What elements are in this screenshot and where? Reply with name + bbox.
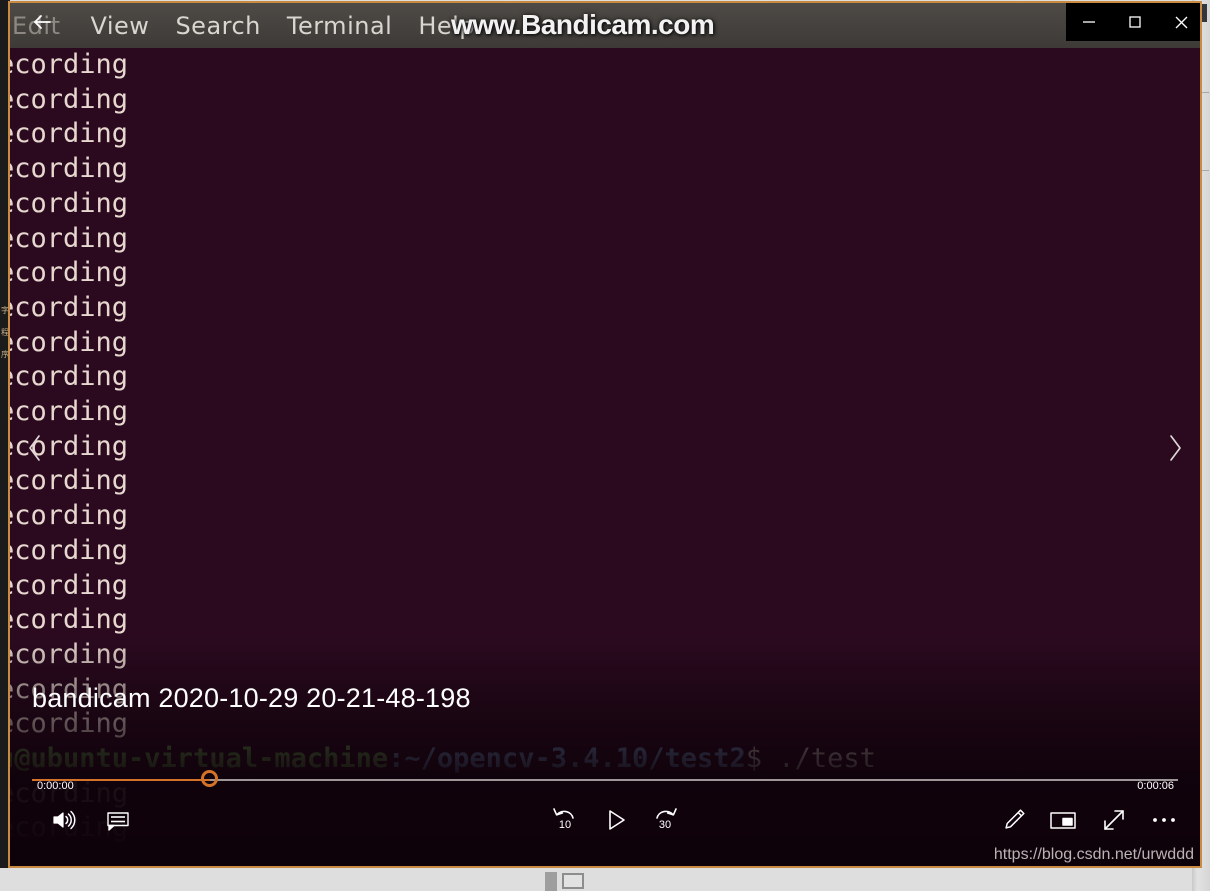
terminal-output-line: ecording [10, 604, 129, 636]
terminal-output-line: ecording [10, 638, 129, 670]
terminal-prompt-separator: : [388, 743, 405, 775]
video-player-window[interactable]: Edit View Search Terminal Help ecording ecord… [8, 1, 1202, 868]
seek-bar[interactable] [32, 770, 1178, 787]
terminal-output-line: ecording [10, 83, 129, 115]
forward-30-button[interactable]: 30 [643, 798, 687, 842]
terminal-output-line: ecording [10, 257, 129, 289]
close-button[interactable] [1158, 3, 1200, 41]
terminal-output: ecording ecording ecording ecording ecording… [10, 48, 1190, 866]
terminal-output-line: ecording [10, 430, 129, 462]
mini-player-icon[interactable] [1041, 798, 1085, 842]
terminal-output-line: ecording [10, 222, 129, 254]
terminal-output-line: ecording [10, 465, 129, 497]
play-icon[interactable] [594, 798, 638, 842]
terminal-prompt-path: ~/opencv-3.4.10/test2 [404, 743, 746, 775]
pencil-edit-icon[interactable] [992, 798, 1036, 842]
forward-seconds-label: 30 [658, 818, 672, 831]
terminal-output-line: ecording [10, 326, 129, 358]
csdn-watermark: https://blog.csdn.net/urwddd [993, 846, 1194, 863]
terminal-output-line: ecording [10, 396, 129, 428]
terminal-output-line: ecording [10, 361, 129, 393]
chevron-right-icon[interactable] [1158, 428, 1192, 468]
seek-handle[interactable] [200, 770, 218, 787]
terminal-output-line: ecording [10, 118, 129, 150]
terminal-output-line: ecording [10, 153, 129, 185]
terminal-prompt-command: ./test [762, 743, 876, 775]
player-titlebar [10, 3, 1200, 43]
fullscreen-icon[interactable] [1092, 798, 1136, 842]
player-controls: 10 30 [10, 798, 1200, 844]
terminal-prompt-line: u@ubuntu-virtual-machine:~/opencv-3.4.10… [10, 742, 1190, 777]
terminal-output-line: ecording [10, 187, 129, 219]
minimize-button[interactable] [1066, 3, 1112, 41]
terminal-output-line: ecording [10, 291, 129, 323]
more-options-icon[interactable] [1142, 798, 1186, 842]
window-controls[interactable] [1066, 3, 1200, 41]
back-arrow-icon[interactable] [24, 5, 60, 39]
terminal-prompt-user: u@ubuntu-virtual-machine [10, 743, 389, 775]
current-time-label: 0:00:00 [37, 780, 74, 792]
maximize-button[interactable] [1112, 3, 1158, 41]
video-frame: Edit View Search Terminal Help ecording ecord… [10, 3, 1200, 866]
video-title: bandicam 2020-10-29 20-21-48-198 [32, 683, 471, 713]
total-time-label: 0:00:06 [1137, 780, 1174, 792]
rewind-seconds-label: 10 [558, 818, 572, 831]
terminal-output-line: ecording [10, 500, 129, 532]
terminal-output-line: ecording [10, 49, 129, 80]
background-taskbar-item [545, 872, 557, 891]
chevron-left-icon[interactable] [18, 428, 52, 468]
closed-captions-icon[interactable] [96, 798, 140, 842]
terminal-output-line: ecording [10, 569, 129, 601]
terminal-output-line: ecording [10, 534, 129, 566]
background-taskbar-window-icon [562, 873, 584, 889]
terminal-prompt-symbol: $ [745, 743, 763, 775]
rewind-10-button[interactable]: 10 [543, 798, 587, 842]
volume-icon[interactable] [42, 798, 86, 842]
